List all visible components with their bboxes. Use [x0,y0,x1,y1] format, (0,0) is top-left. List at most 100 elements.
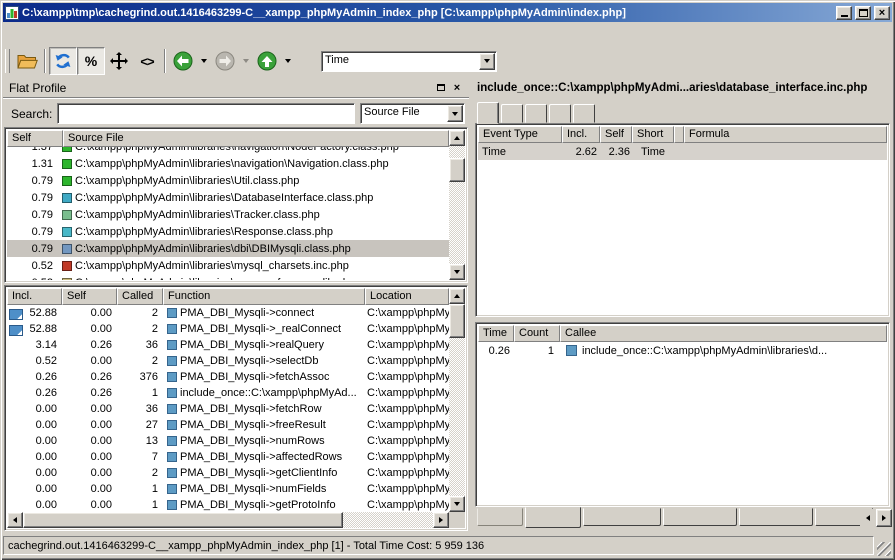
table-row[interactable]: 0.26 0.26 376 PMA_DBI_Mysqli->fetchAssoc… [7,369,449,385]
self-cost-value: 0.00 [62,467,117,479]
table-row[interactable]: 0.00 0.00 1 PMA_DBI_Mysqli->numFields C:… [7,481,449,497]
scroll-right-button[interactable] [433,512,449,528]
scrollbar-thumb[interactable] [23,512,343,528]
table-row[interactable]: 3.14 0.26 36 PMA_DBI_Mysqli->realQuery C… [7,337,449,353]
table-row[interactable]: 0.26 0.26 1 include_once::C:\xampp\phpMy… [7,385,449,401]
table-row[interactable]: 0.52 0.00 2 PMA_DBI_Mysqli->selectDb C:\… [7,353,449,369]
dock-close-button[interactable]: × [449,81,465,95]
column-header-location[interactable]: Location [365,288,449,305]
column-header-count[interactable]: Count [514,325,560,342]
scroll-left-button[interactable] [7,512,23,528]
scrollbar-track[interactable] [23,512,433,528]
table-row[interactable]: 0.79 C:\xampp\phpMyAdmin\libraries\dbi\D… [7,240,449,257]
tab-scroll-left-button[interactable] [860,509,876,527]
column-header-source-file[interactable]: Source File [63,130,449,147]
menu-item[interactable] [38,30,54,37]
called-count: 2 [117,323,163,335]
detail-tab[interactable] [525,104,547,123]
combo-dropdown-button[interactable] [447,105,463,122]
scroll-down-button[interactable] [449,264,465,280]
column-header-function[interactable]: Function [163,288,365,305]
up-dropdown[interactable] [281,47,295,75]
view-tab[interactable] [739,508,813,526]
table-row[interactable]: 1.37 C:\xampp\phpMyAdmin\libraries\navig… [7,147,449,155]
location-value: C:\xampp\phpMy [365,483,449,495]
scroll-up-button[interactable] [449,288,465,304]
view-tab[interactable] [663,508,737,526]
table-row[interactable]: 0.79 C:\xampp\phpMyAdmin\libraries\Datab… [7,189,449,206]
scrollbar-track[interactable] [449,304,465,496]
up-button[interactable] [253,47,281,75]
relative-cost-button[interactable] [49,47,77,75]
source-file-path: C:\xampp\phpMyAdmin\libraries\navigation… [75,147,399,153]
detail-tab[interactable] [501,104,523,123]
detail-tab[interactable] [477,102,499,124]
detail-tab[interactable] [573,104,595,123]
table-row[interactable]: 0.00 0.00 13 PMA_DBI_Mysqli->numRows C:\… [7,433,449,449]
maximize-button[interactable] [855,6,871,20]
table-row[interactable]: 52.88 0.00 2 PMA_DBI_Mysqli->connect C:\… [7,305,449,321]
view-tab[interactable] [583,508,661,526]
table-row[interactable]: Time 2.62 2.36 Time [478,143,887,160]
cycle-detection-button[interactable]: <> [133,47,161,75]
table-row[interactable]: 0.79 C:\xampp\phpMyAdmin\libraries\Respo… [7,223,449,240]
table-row[interactable]: 0.00 0.00 2 PMA_DBI_Mysqli->getClientInf… [7,465,449,481]
column-header-callee[interactable]: Callee [560,325,887,342]
dock-float-button[interactable] [433,81,449,95]
table-row[interactable]: 0.00 0.00 7 PMA_DBI_Mysqli->affectedRows… [7,449,449,465]
column-header-incl[interactable]: Incl. [7,288,62,305]
table-row[interactable]: 0.52 C:\xampp\phpMyAdmin\libraries\mysql… [7,257,449,274]
column-header-self[interactable]: Self [7,130,63,147]
close-button[interactable]: × [874,6,890,20]
called-count: 2 [117,467,163,479]
menu-item[interactable] [22,30,38,37]
column-header-self[interactable]: Self [600,126,632,143]
percent-toggle-button[interactable]: % [77,47,105,75]
table-row[interactable]: 0.00 0.00 27 PMA_DBI_Mysqli->freeResult … [7,417,449,433]
resize-grip[interactable] [877,542,891,556]
scrollbar-track[interactable] [449,146,465,264]
column-header-time[interactable]: Time [478,325,514,342]
table-row[interactable]: 1.31 C:\xampp\phpMyAdmin\libraries\navig… [7,155,449,172]
table-row[interactable]: 0.79 C:\xampp\phpMyAdmin\libraries\Util.… [7,172,449,189]
table-row[interactable]: 52.88 0.00 2 PMA_DBI_Mysqli->_realConnec… [7,321,449,337]
column-header-spacer[interactable] [674,126,684,143]
view-tab[interactable] [525,507,581,528]
table-row[interactable]: 0.00 0.00 1 PMA_DBI_Mysqli->getProtoInfo… [7,497,449,512]
menu-item[interactable] [54,30,70,37]
detail-tab[interactable] [549,104,571,123]
chevron-down-icon [243,59,249,63]
back-dropdown[interactable] [197,47,211,75]
search-input[interactable] [57,103,355,124]
self-cost-value: 0.79 [7,226,57,238]
table-row[interactable]: 0.52 C:\xampp\phpMyAdmin\libraries\user_… [7,274,449,280]
column-header-event-type[interactable]: Event Type [478,126,562,143]
minimize-button[interactable] [836,6,852,20]
open-file-button[interactable] [13,47,41,75]
column-header-formula[interactable]: Formula [684,126,887,143]
grouping-combo[interactable]: Source File [360,103,465,124]
combo-dropdown-button[interactable] [479,53,495,70]
table-row[interactable]: 0.00 0.00 36 PMA_DBI_Mysqli->fetchRow C:… [7,401,449,417]
scrollbar-thumb[interactable] [449,304,465,338]
back-button[interactable] [169,47,197,75]
menu-item[interactable] [70,30,86,37]
scroll-up-button[interactable] [449,130,465,146]
column-header-self[interactable]: Self [62,288,117,305]
table-row[interactable]: 0.79 C:\xampp\phpMyAdmin\libraries\Track… [7,206,449,223]
dock-title: Flat Profile [9,81,433,95]
scroll-down-button[interactable] [449,496,465,512]
tab-scroll-right-button[interactable] [876,509,892,527]
event-type-combo[interactable]: Time [321,51,497,72]
function-icon [167,452,177,462]
column-header-short[interactable]: Short [632,126,674,143]
table-row[interactable]: 0.26 1 include_once::C:\xampp\phpMyAdmin… [478,342,887,359]
location-value: C:\xampp\phpMy [365,499,449,511]
column-header-incl[interactable]: Incl. [562,126,600,143]
dump-button[interactable] [105,47,133,75]
scrollbar-thumb[interactable] [449,158,465,182]
toolbar-handle[interactable] [5,49,10,73]
column-header-called[interactable]: Called [117,288,163,305]
dock-header[interactable]: Flat Profile × [3,78,469,98]
menu-item[interactable] [6,30,22,37]
